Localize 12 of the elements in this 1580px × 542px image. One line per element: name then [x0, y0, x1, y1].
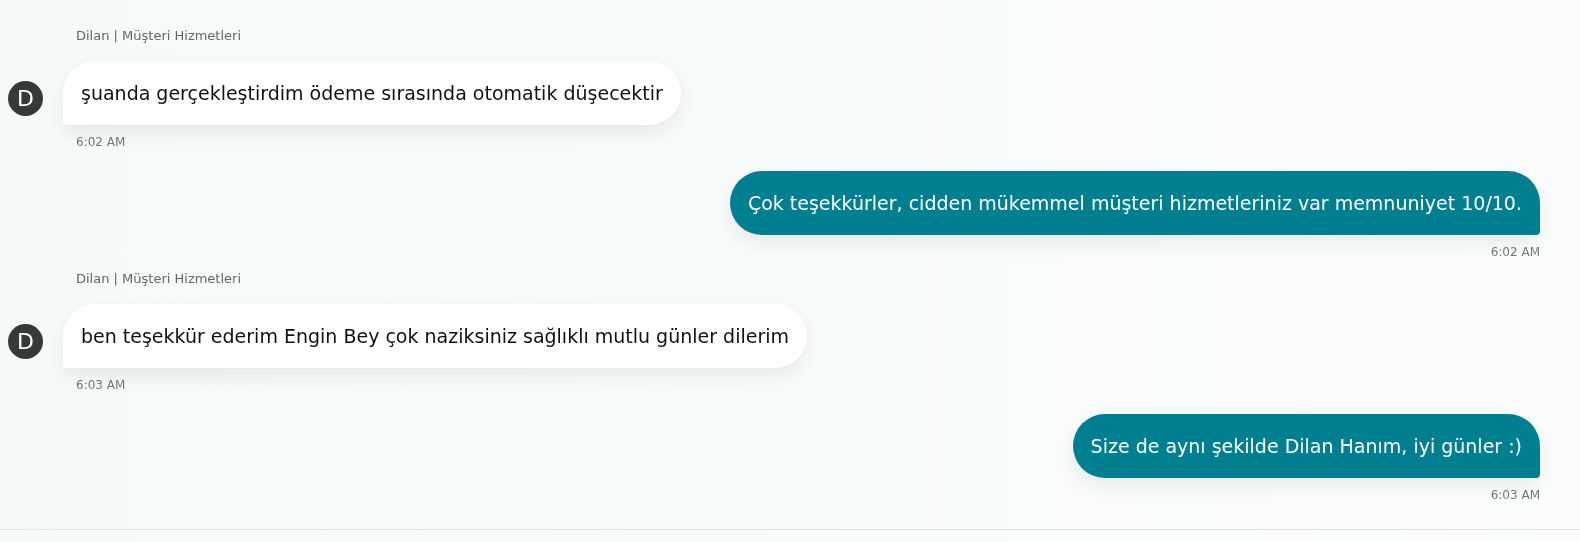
message-bubble: ben teşekkür ederim Engin Bey çok naziksiniz sağlıklı mutlu günler dilerim: [63, 304, 807, 368]
avatar: D: [8, 81, 43, 116]
avatar: D: [8, 324, 43, 359]
message-time: 6:02 AM: [76, 135, 126, 149]
message-time: 6:02 AM: [1490, 245, 1540, 259]
sender-name: Dilan | Müşteri Hizmetleri: [76, 271, 242, 286]
sender-name: Dilan | Müşteri Hizmetleri: [76, 28, 242, 43]
message-time: 6:03 AM: [1490, 488, 1540, 502]
message-bubble: Size de aynı şekilde Dilan Hanım, iyi günler :): [1072, 414, 1540, 478]
message-bubble: Çok teşekkürler, cidden mükemmel müşteri hizmetleriniz var memnuniyet 10/10.: [729, 171, 1540, 235]
message-time: 6:03 AM: [76, 378, 126, 392]
message-bubble: şuanda gerçekleştirdim ödeme sırasında otomatik düşecektir: [63, 61, 681, 125]
